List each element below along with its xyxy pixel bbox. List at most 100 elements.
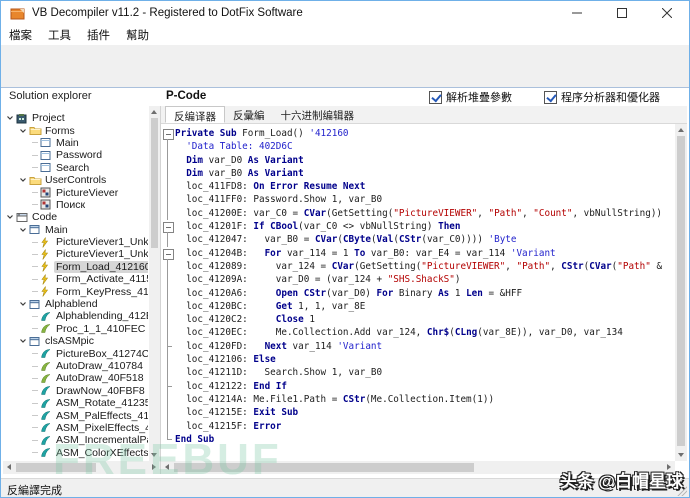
tree-item[interactable]: clsASMpic (3, 335, 148, 347)
option-parse-stack[interactable]: 解析堆疊參數 (429, 89, 512, 105)
tree-item[interactable]: ASM_Magnify_411F88 (3, 459, 148, 460)
tree-item[interactable]: Forms (3, 124, 148, 137)
tree-vertical-scrollbar[interactable] (149, 106, 160, 461)
tree-item-label: PictureViever1_UnknownEv (56, 248, 148, 261)
status-text: 反編譯完成 (7, 485, 62, 497)
tree-line (32, 315, 38, 317)
tree-item[interactable]: ASM_PalEffects_4113E4 (3, 409, 148, 422)
chevron-down-icon[interactable] (6, 114, 16, 122)
tree-item[interactable]: Password (3, 149, 148, 161)
tree-item[interactable]: Form_KeyPress_413EE8 (3, 285, 148, 298)
tree-item[interactable]: PictureViever (3, 186, 148, 199)
code-line: loc_4120BC: Get 1, 1, var_8E (161, 299, 675, 314)
solution-explorer-panel: Project Forms Main Password Search UserContro… (3, 106, 160, 474)
method-green-icon (40, 361, 54, 372)
tree-item[interactable]: ASM_PixelEffects_413614 (3, 422, 148, 434)
tree-line (32, 365, 38, 367)
tree-item[interactable]: Project (3, 112, 148, 124)
fold-guide (161, 193, 175, 208)
tree-item[interactable]: Search (3, 162, 148, 174)
code-text: loc_4120FD: Next var_114 'Variant (175, 340, 383, 352)
scroll-right-icon[interactable] (667, 464, 671, 470)
scroll-down-icon[interactable] (677, 453, 684, 457)
maximize-button[interactable] (599, 1, 644, 25)
tab-hex-editor[interactable]: 十六进制编辑器 (273, 106, 363, 123)
tree-item[interactable]: Поиск (3, 199, 148, 211)
method-green-icon (40, 323, 54, 334)
tree-vscroll-thumb[interactable] (151, 118, 158, 248)
tree-item[interactable]: Form_Load_412160 (3, 260, 148, 273)
tree-hscroll-thumb[interactable] (16, 463, 96, 472)
code-vscroll-thumb[interactable] (677, 136, 685, 446)
tree-item[interactable]: ASM_IncrementalPalEffect (3, 434, 148, 446)
code-text: loc_41211D: Search.Show 1, var_B0 (175, 367, 383, 379)
method-teal-icon (40, 435, 54, 446)
chevron-down-icon[interactable] (19, 127, 29, 135)
tree-item-label: Project (32, 112, 65, 125)
code-horizontal-scrollbar[interactable] (161, 461, 675, 474)
menu-help[interactable]: 幫助 (118, 25, 157, 45)
tree-item[interactable]: Proc_1_1_410FEC (3, 323, 148, 335)
tree-item[interactable]: PictureViever1_UnknownEv (3, 248, 148, 260)
chevron-down-icon[interactable] (19, 300, 29, 308)
close-button[interactable] (644, 1, 689, 25)
chevron-down-icon[interactable] (19, 226, 29, 234)
tree-item-label: Alphablend (45, 298, 98, 311)
checkbox-analyzer-optimizer-icon[interactable] (544, 90, 557, 104)
resize-grip-icon[interactable] (677, 486, 687, 496)
checkbox-parse-stack-icon[interactable] (429, 90, 442, 104)
code-text: loc_41215E: Exit Sub (175, 407, 299, 419)
scroll-right-icon[interactable] (152, 464, 156, 470)
code-line: loc_41209A: var_D0 = (var_124 + "SHS.Sha… (161, 273, 675, 287)
fold-guide (161, 259, 175, 274)
minimize-button[interactable] (554, 1, 599, 25)
fold-collapse-icon[interactable] (161, 247, 175, 261)
option-analyzer-optimizer[interactable]: 程序分析器和優化器 (544, 89, 660, 105)
code-text: loc_41204B: For var_114 = 1 To var_B0: v… (175, 247, 556, 259)
tree-item[interactable]: AutoDraw_40F518 (3, 372, 148, 384)
tree-item[interactable]: Alphablend (3, 298, 148, 310)
tree-item[interactable]: DrawNow_40FBF8 (3, 385, 148, 397)
menu-file[interactable]: 檔案 (1, 25, 40, 45)
scroll-left-icon[interactable] (165, 464, 169, 470)
method-teal-icon (40, 385, 54, 396)
tree-line (32, 253, 38, 255)
scroll-left-icon[interactable] (7, 464, 11, 470)
scroll-down-icon[interactable] (151, 453, 157, 457)
tree-item[interactable]: PictureViever1_UnknownEv (3, 236, 148, 248)
code-vertical-scrollbar[interactable] (675, 124, 687, 461)
code-text: loc_41201F: If CBool(var_C0 <> vbNullStr… (175, 221, 461, 233)
tree-item[interactable]: Form_Activate_411568 (3, 273, 148, 285)
tree-item[interactable]: ASM_Rotate_412358 (3, 397, 148, 409)
fold-collapse-icon[interactable] (161, 127, 175, 141)
tab-decompiler[interactable]: 反编译器 (165, 106, 225, 123)
code-text: 'Data Table: 402D6C (186, 141, 293, 153)
tree-item-label: ASM_IncrementalPalEffect (56, 434, 148, 447)
tree-item[interactable]: Alphablending_412BF4 (3, 310, 148, 322)
code-text: End Sub (175, 433, 215, 445)
chevron-down-icon[interactable] (6, 213, 16, 221)
scroll-up-icon[interactable] (151, 110, 157, 114)
tree-item[interactable]: Code (3, 211, 148, 223)
tree-item[interactable]: AutoDraw_410784 (3, 360, 148, 372)
fold-guide (161, 206, 175, 221)
fold-collapse-icon[interactable] (161, 220, 175, 234)
tree-item[interactable]: Main (3, 224, 148, 236)
tree-item[interactable]: ASM_ColorXEffects_41336 (3, 447, 148, 459)
scroll-up-icon[interactable] (677, 128, 684, 132)
solution-tree[interactable]: Project Forms Main Password Search UserContro… (3, 112, 148, 460)
code-editor[interactable]: Private Sub Form_Load() '412160 'Data Ta… (161, 124, 675, 461)
tree-item[interactable]: UserControls (3, 174, 148, 186)
tree-item[interactable]: PictureBox_41274C (3, 347, 148, 360)
pcode-title: P-Code (166, 90, 207, 102)
tab-disassembler[interactable]: 反彙編 (225, 106, 273, 123)
tree-horizontal-scrollbar[interactable] (3, 461, 160, 474)
chevron-down-icon[interactable] (19, 176, 29, 184)
menu-tools[interactable]: 工具 (40, 25, 79, 45)
code-hscroll-thumb[interactable] (174, 463, 474, 472)
tree-item[interactable]: Main (3, 137, 148, 149)
code-tab-bar: 反编译器 反彙編 十六进制编辑器 (161, 106, 687, 124)
code-icon (16, 212, 30, 223)
chevron-down-icon[interactable] (19, 337, 29, 345)
menu-plugins[interactable]: 插件 (79, 25, 118, 45)
